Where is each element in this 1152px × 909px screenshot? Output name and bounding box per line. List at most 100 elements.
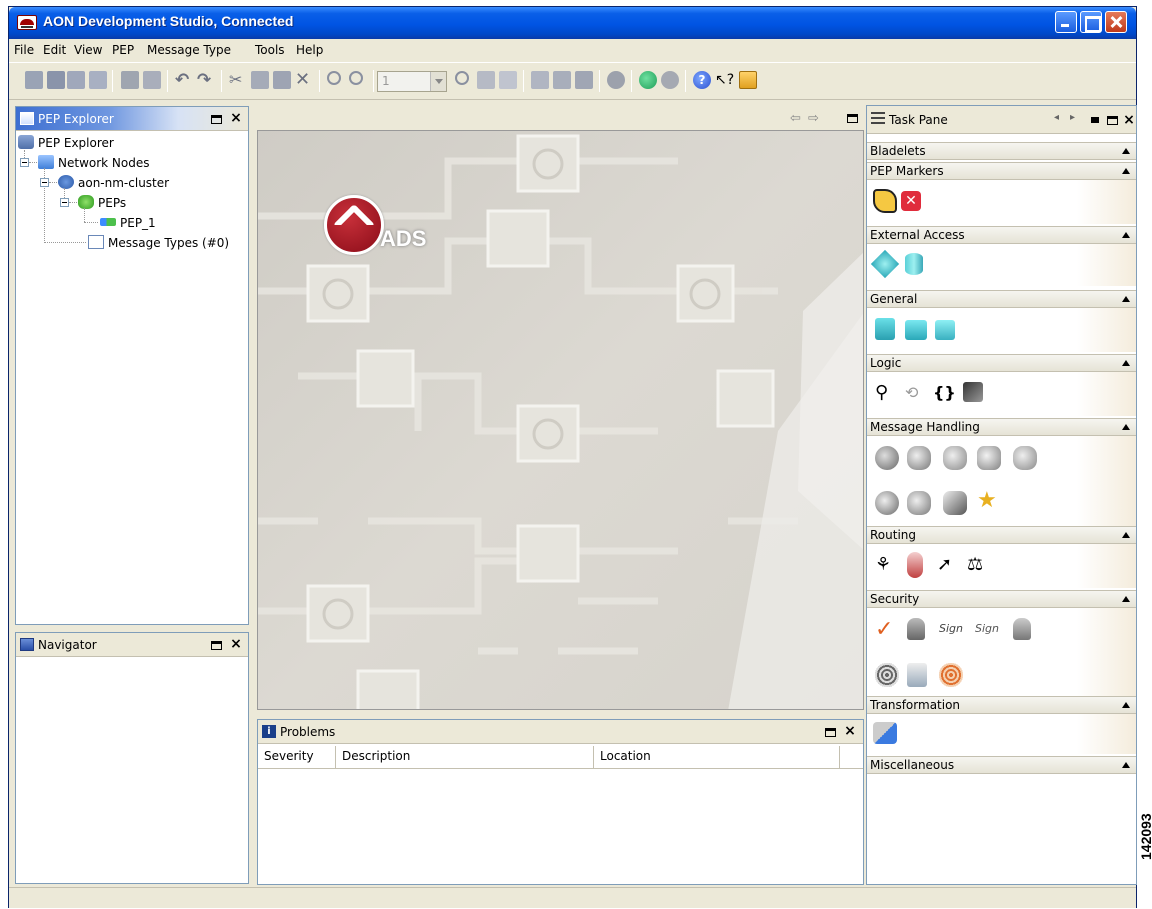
collapse-toggle[interactable] — [60, 198, 69, 207]
flow-control-icon[interactable] — [907, 552, 923, 578]
certificate-icon[interactable] — [907, 663, 927, 687]
authorize-icon[interactable] — [939, 663, 963, 687]
minimize-button[interactable] — [1055, 11, 1077, 33]
section-general[interactable]: General — [867, 290, 1136, 308]
maximize-button[interactable] — [1080, 11, 1102, 33]
lock-icon[interactable] — [907, 618, 925, 640]
paste-icon[interactable] — [273, 71, 291, 89]
help-icon[interactable]: ? — [693, 71, 711, 89]
stop-icon[interactable] — [661, 71, 679, 89]
tree-item-peps[interactable]: PEPs — [78, 194, 248, 212]
general-process-icon[interactable] — [875, 318, 895, 340]
collapse-arrow-icon[interactable] — [1122, 702, 1130, 708]
task-pane-header[interactable]: Task Pane ◂ ▸ × — [867, 106, 1136, 134]
save-icon[interactable] — [47, 71, 65, 89]
sign-icon[interactable]: Sign — [939, 618, 969, 642]
zoom-out-icon[interactable] — [349, 71, 363, 85]
delete-icon[interactable]: ✕ — [295, 71, 313, 89]
maximize-panel-icon[interactable] — [1107, 116, 1118, 125]
collapse-arrow-icon[interactable] — [1122, 360, 1130, 366]
section-security[interactable]: Security — [867, 590, 1136, 608]
transform-xml-icon[interactable] — [873, 722, 897, 744]
collapse-toggle[interactable] — [20, 158, 29, 167]
next-icon[interactable]: ▸ — [1070, 112, 1075, 123]
section-logic[interactable]: Logic — [867, 354, 1136, 372]
cube-message-icon[interactable] — [977, 446, 1001, 470]
section-miscellaneous[interactable]: Miscellaneous — [867, 756, 1136, 774]
copy-icon[interactable] — [251, 71, 269, 89]
maximize-editor-icon[interactable] — [847, 114, 858, 123]
tree-item-cluster[interactable]: aon-nm-cluster — [58, 174, 248, 192]
menu-message-type[interactable]: Message Type — [147, 43, 231, 57]
zoom-select[interactable]: 1 — [377, 71, 447, 92]
tree-item-pep1[interactable]: PEP_1 — [100, 214, 240, 232]
collapse-arrow-icon[interactable] — [1122, 232, 1130, 238]
collapse-arrow-icon[interactable] — [1122, 424, 1130, 430]
notes-icon[interactable] — [739, 71, 757, 89]
menu-view[interactable]: View — [74, 43, 102, 57]
search-icon[interactable]: ⚲ — [875, 382, 899, 406]
menu-file[interactable]: File — [14, 43, 34, 57]
cancel-message-icon[interactable] — [943, 446, 967, 470]
menu-edit[interactable]: Edit — [43, 43, 66, 57]
maximize-panel-icon[interactable] — [211, 115, 222, 124]
tree-layout-icon[interactable] — [575, 71, 593, 89]
general-merge-icon[interactable] — [935, 320, 955, 340]
collapse-arrow-icon[interactable] — [1122, 596, 1130, 602]
close-panel-icon[interactable]: × — [230, 637, 242, 651]
save-all-icon[interactable] — [89, 71, 107, 89]
balance-icon[interactable]: ⚖ — [967, 554, 991, 578]
fingerprint-icon[interactable] — [875, 663, 899, 687]
deploy-icon[interactable] — [639, 71, 657, 89]
print-icon[interactable] — [121, 71, 139, 89]
save-as-icon[interactable] — [67, 71, 85, 89]
menu-help[interactable]: Help — [296, 43, 323, 57]
sphere-icon[interactable] — [875, 491, 899, 515]
tree-item-network-nodes[interactable]: Network Nodes — [38, 154, 238, 172]
collapse-arrow-icon[interactable] — [1122, 532, 1130, 538]
undo-icon[interactable]: ↶ — [175, 71, 193, 89]
route-icon[interactable]: ⚘ — [875, 554, 899, 578]
pep-end-marker-icon[interactable]: ✕ — [901, 191, 921, 211]
title-bar[interactable]: AON Development Studio, Connected — [9, 7, 1136, 39]
settings-icon[interactable] — [607, 71, 625, 89]
zoom-fit-icon[interactable] — [455, 71, 469, 85]
section-external-access[interactable]: External Access — [867, 226, 1136, 244]
collapse-arrow-icon[interactable] — [1122, 762, 1130, 768]
collapse-arrow-icon[interactable] — [1122, 148, 1130, 154]
close-button[interactable] — [1105, 11, 1127, 33]
back-arrow-icon[interactable]: ⇦ — [790, 111, 801, 126]
check-icon[interactable]: ✓ — [875, 618, 899, 642]
new-pep-icon[interactable] — [25, 71, 43, 89]
tree-item-root[interactable]: PEP Explorer — [18, 134, 218, 152]
zoom-area-icon[interactable] — [499, 71, 517, 89]
context-help-icon[interactable]: ↖? — [715, 71, 734, 89]
minimize-panel-icon[interactable] — [1091, 117, 1099, 123]
section-routing[interactable]: Routing — [867, 526, 1136, 544]
close-panel-icon[interactable]: × — [844, 724, 856, 738]
collapse-arrow-icon[interactable] — [1122, 296, 1130, 302]
cut-icon[interactable]: ✂ — [229, 71, 247, 89]
problems-header[interactable]: i Problems × — [258, 720, 863, 744]
loop-icon[interactable]: ⟲ — [905, 382, 929, 406]
general-split-icon[interactable] — [905, 320, 927, 340]
close-panel-icon[interactable]: × — [1123, 113, 1135, 127]
validate-icon[interactable] — [875, 446, 899, 470]
transform-icon[interactable] — [907, 446, 931, 470]
zoom-100-icon[interactable] — [477, 71, 495, 89]
menu-pep[interactable]: PEP — [112, 43, 134, 57]
cache-icon[interactable] — [943, 491, 967, 515]
pep-start-marker-icon[interactable] — [873, 189, 897, 213]
layout-icon[interactable] — [553, 71, 571, 89]
column-location[interactable]: Location — [594, 746, 840, 768]
bladelets-header[interactable]: Bladelets — [867, 142, 1136, 160]
maximize-panel-icon[interactable] — [825, 728, 836, 737]
connect-icon[interactable] — [531, 71, 549, 89]
network-message-icon[interactable] — [907, 491, 931, 515]
menu-tools[interactable]: Tools — [255, 43, 285, 57]
collapse-toggle[interactable] — [40, 178, 49, 187]
welcome-canvas[interactable]: ADS — [257, 130, 864, 710]
chevron-down-icon[interactable] — [430, 72, 446, 91]
navigator-header[interactable]: Navigator × — [16, 633, 248, 657]
section-transformation[interactable]: Transformation — [867, 696, 1136, 714]
